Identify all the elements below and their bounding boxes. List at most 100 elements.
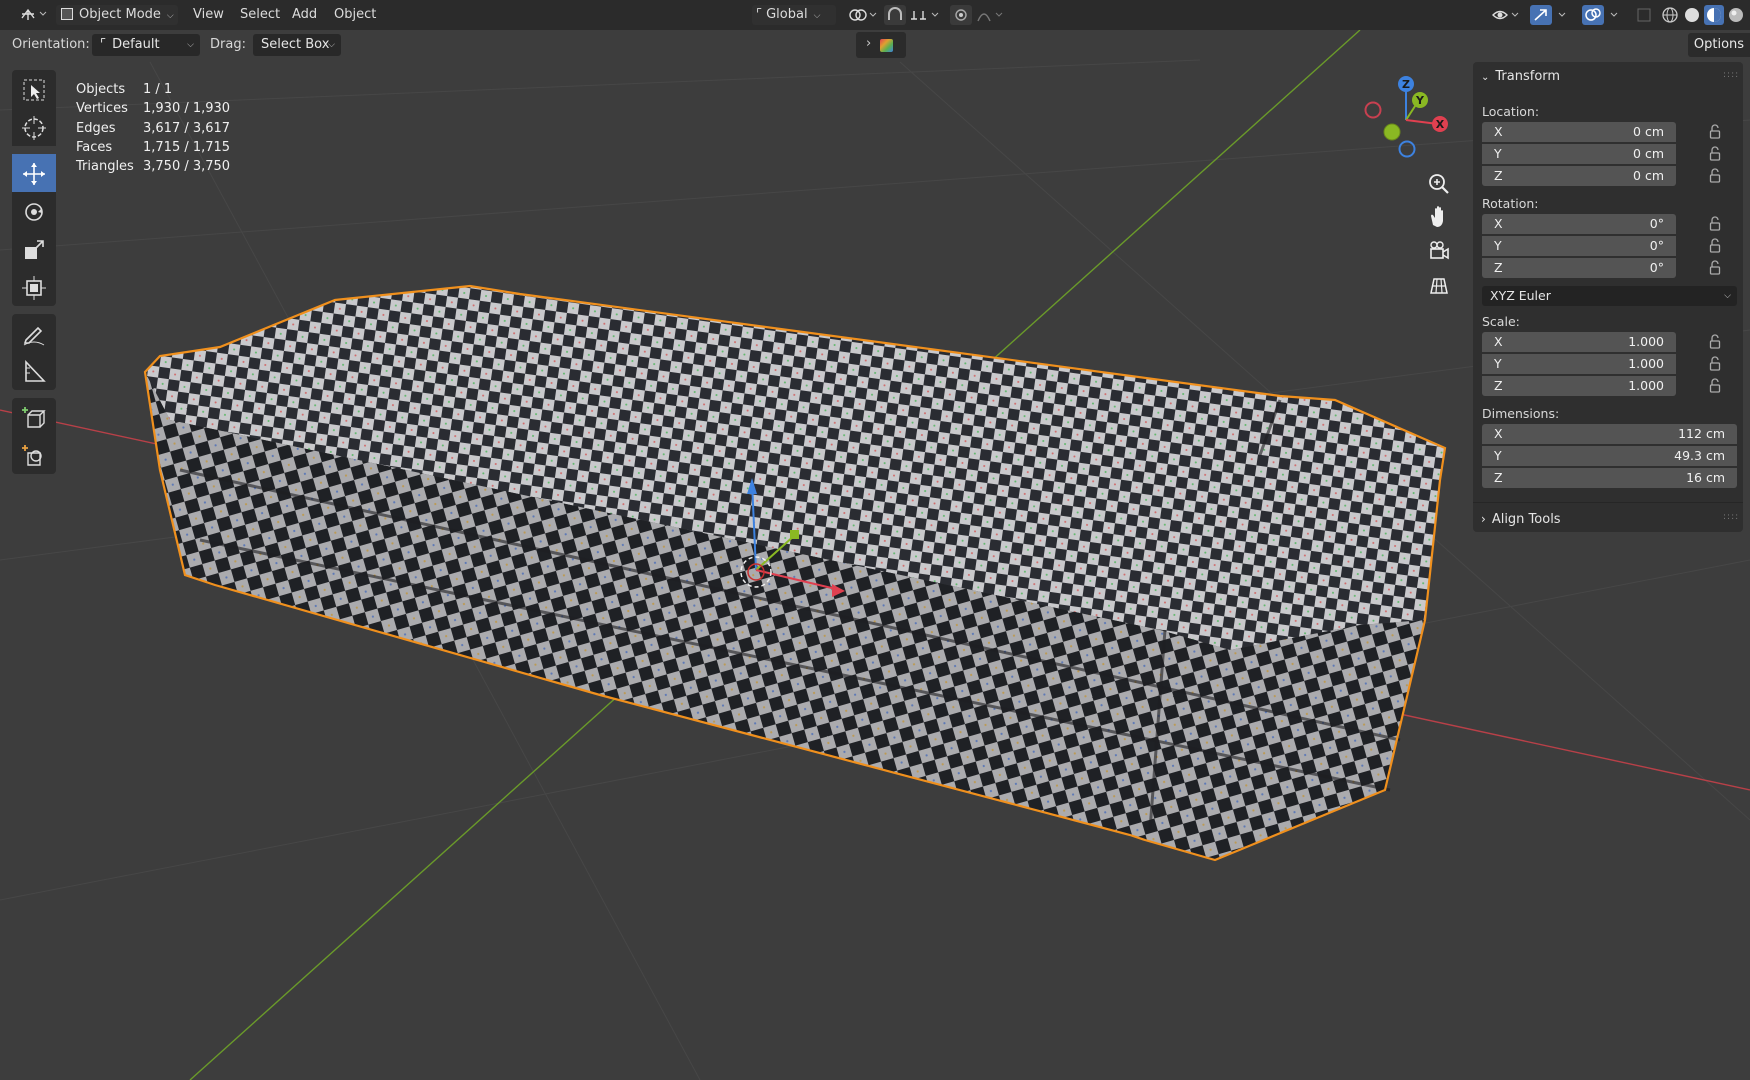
lock-icon[interactable] bbox=[1708, 334, 1722, 350]
transform-orientation-icon: ⌜ bbox=[100, 37, 107, 52]
axis-label: X bbox=[1494, 124, 1503, 139]
snap-icon[interactable] bbox=[884, 5, 906, 25]
viewport-header: Object Mode ⌵ View Select Add Object ⌜ Glo… bbox=[0, 0, 1750, 30]
visibility-icon[interactable] bbox=[1490, 5, 1520, 25]
lock-icon[interactable] bbox=[1708, 124, 1722, 140]
grid-view-icon[interactable] bbox=[1422, 269, 1456, 303]
properties-sidebar: ⌄ Transform :::: Location: X0 cm Y0 cm Z0… bbox=[1473, 62, 1743, 532]
overlay-toggle-icon[interactable] bbox=[1582, 5, 1604, 25]
cursor-tool-icon[interactable] bbox=[12, 108, 56, 146]
scale-y-field[interactable]: Y 1.000 bbox=[1482, 354, 1676, 374]
field-value: 0 cm bbox=[1633, 124, 1664, 139]
stat-value: 1,715 / 1,715 bbox=[143, 139, 231, 155]
axis-label: Y bbox=[1494, 448, 1502, 463]
wireframe-shading-icon[interactable] bbox=[1660, 5, 1680, 25]
zoom-icon[interactable] bbox=[1422, 167, 1456, 201]
axis-label: Z bbox=[1494, 168, 1503, 183]
axis-label: X bbox=[1494, 216, 1503, 231]
lock-icon[interactable] bbox=[1708, 356, 1722, 372]
material-shading-icon[interactable] bbox=[1704, 5, 1724, 25]
location-y-field[interactable]: Y 0 cm bbox=[1482, 144, 1676, 164]
pivot-icon[interactable] bbox=[846, 5, 880, 25]
location-x-field[interactable]: X 0 cm bbox=[1482, 122, 1676, 142]
add-cube-tool-icon[interactable] bbox=[12, 398, 56, 436]
menu-object[interactable]: Object bbox=[334, 5, 376, 25]
chevron-down-icon[interactable] bbox=[1556, 5, 1570, 25]
stat-value: 3,750 / 3,750 bbox=[143, 159, 231, 175]
rotation-x-field[interactable]: X 0° bbox=[1482, 214, 1676, 234]
gizmo-toggle-icon[interactable] bbox=[1530, 5, 1552, 25]
stat-label: Objects bbox=[76, 82, 126, 97]
scale-z-field[interactable]: Z 1.000 bbox=[1482, 376, 1676, 396]
proportional-icon[interactable] bbox=[950, 5, 972, 25]
transform-panel-header[interactable]: ⌄ Transform bbox=[1481, 66, 1560, 88]
align-tools-panel-header[interactable]: › Align Tools bbox=[1481, 508, 1561, 530]
location-z-field[interactable]: Z 0 cm bbox=[1482, 166, 1676, 186]
gizmo-extras[interactable]: › bbox=[856, 32, 906, 58]
menu-select[interactable]: Select bbox=[240, 5, 280, 25]
axis-label: Z bbox=[1494, 470, 1503, 485]
field-value: 0° bbox=[1649, 260, 1664, 275]
editor-type-icon[interactable] bbox=[18, 4, 48, 24]
dimensions-z-field[interactable]: Z 16 cm bbox=[1482, 468, 1737, 488]
lock-icon[interactable] bbox=[1708, 260, 1722, 276]
rotation-y-field[interactable]: Y 0° bbox=[1482, 236, 1676, 256]
menu-view[interactable]: View bbox=[193, 5, 224, 25]
stat-objects: Objects 1 / 1 bbox=[76, 80, 256, 99]
stat-label: Vertices bbox=[76, 101, 128, 117]
solid-shading-icon[interactable] bbox=[1682, 5, 1702, 25]
location-label: Location: bbox=[1482, 104, 1540, 119]
dimensions-y-field[interactable]: Y 49.3 cm bbox=[1482, 446, 1737, 466]
chevron-down-icon: ⌵ bbox=[813, 11, 821, 21]
transform-orientation-label: Global bbox=[766, 7, 808, 22]
drag-label: Drag: bbox=[210, 37, 246, 52]
lock-icon[interactable] bbox=[1708, 378, 1722, 394]
transform-orientation-dropdown[interactable]: ⌜ Global ⌵ bbox=[752, 5, 836, 25]
stat-faces: Faces 1,715 / 1,715 bbox=[76, 138, 256, 157]
menu-add[interactable]: Add bbox=[292, 5, 317, 25]
drag-dropdown[interactable]: Select Box ⌵ bbox=[253, 34, 341, 56]
move-tool-icon[interactable] bbox=[12, 154, 56, 192]
drag-handle-icon[interactable]: :::: bbox=[1723, 70, 1739, 80]
scale-x-field[interactable]: X 1.000 bbox=[1482, 332, 1676, 352]
rotation-mode-dropdown[interactable]: XYZ Euler ⌵ bbox=[1482, 286, 1737, 306]
annotate-tool-icon[interactable] bbox=[12, 314, 56, 352]
snap-target-icon[interactable] bbox=[908, 5, 940, 25]
transform-tool-icon[interactable] bbox=[12, 268, 56, 306]
axis-label: Y bbox=[1494, 238, 1502, 253]
measure-tool-icon[interactable] bbox=[12, 352, 56, 390]
rendered-shading-icon[interactable] bbox=[1726, 5, 1746, 25]
axis-label: Z bbox=[1494, 260, 1503, 275]
add-object-tool-icon[interactable] bbox=[12, 436, 56, 474]
lock-icon[interactable] bbox=[1708, 146, 1722, 162]
orientation-value: Default bbox=[112, 37, 160, 52]
drag-value: Select Box bbox=[261, 37, 330, 52]
transform-title: Transform bbox=[1495, 69, 1561, 84]
chevron-right-icon: › bbox=[1481, 512, 1486, 526]
orientation-dropdown[interactable]: ⌜ Default ⌵ bbox=[92, 34, 200, 56]
stat-label: Edges bbox=[76, 120, 116, 136]
mode-dropdown[interactable]: Object Mode ⌵ bbox=[56, 5, 178, 25]
scale-tool-icon[interactable] bbox=[12, 230, 56, 268]
xray-icon[interactable] bbox=[1634, 5, 1656, 25]
rotate-tool-icon[interactable] bbox=[12, 192, 56, 230]
chevron-down-icon[interactable] bbox=[1608, 5, 1622, 25]
pan-hand-icon[interactable] bbox=[1422, 201, 1456, 235]
axis-label: Y bbox=[1494, 356, 1502, 371]
falloff-icon[interactable] bbox=[976, 5, 1008, 25]
dimensions-x-field[interactable]: X 112 cm bbox=[1482, 424, 1737, 444]
rotation-z-field[interactable]: Z 0° bbox=[1482, 258, 1676, 278]
camera-icon[interactable] bbox=[1422, 235, 1456, 269]
stat-label: Faces bbox=[76, 139, 113, 155]
options-button[interactable]: Options bbox=[1688, 33, 1750, 57]
stat-vertices: Vertices 1,930 / 1,930 bbox=[76, 99, 256, 118]
drag-handle-icon[interactable]: :::: bbox=[1723, 512, 1739, 522]
orientation-label: Orientation: bbox=[12, 37, 90, 52]
lock-icon[interactable] bbox=[1708, 216, 1722, 232]
axis-label: Y bbox=[1494, 146, 1502, 161]
select-box-tool-icon[interactable] bbox=[12, 70, 56, 108]
lock-icon[interactable] bbox=[1708, 168, 1722, 184]
lock-icon[interactable] bbox=[1708, 238, 1722, 254]
navigation-gizmo[interactable]: Z Y X bbox=[1360, 72, 1460, 162]
chevron-down-icon: ⌵ bbox=[187, 40, 194, 50]
